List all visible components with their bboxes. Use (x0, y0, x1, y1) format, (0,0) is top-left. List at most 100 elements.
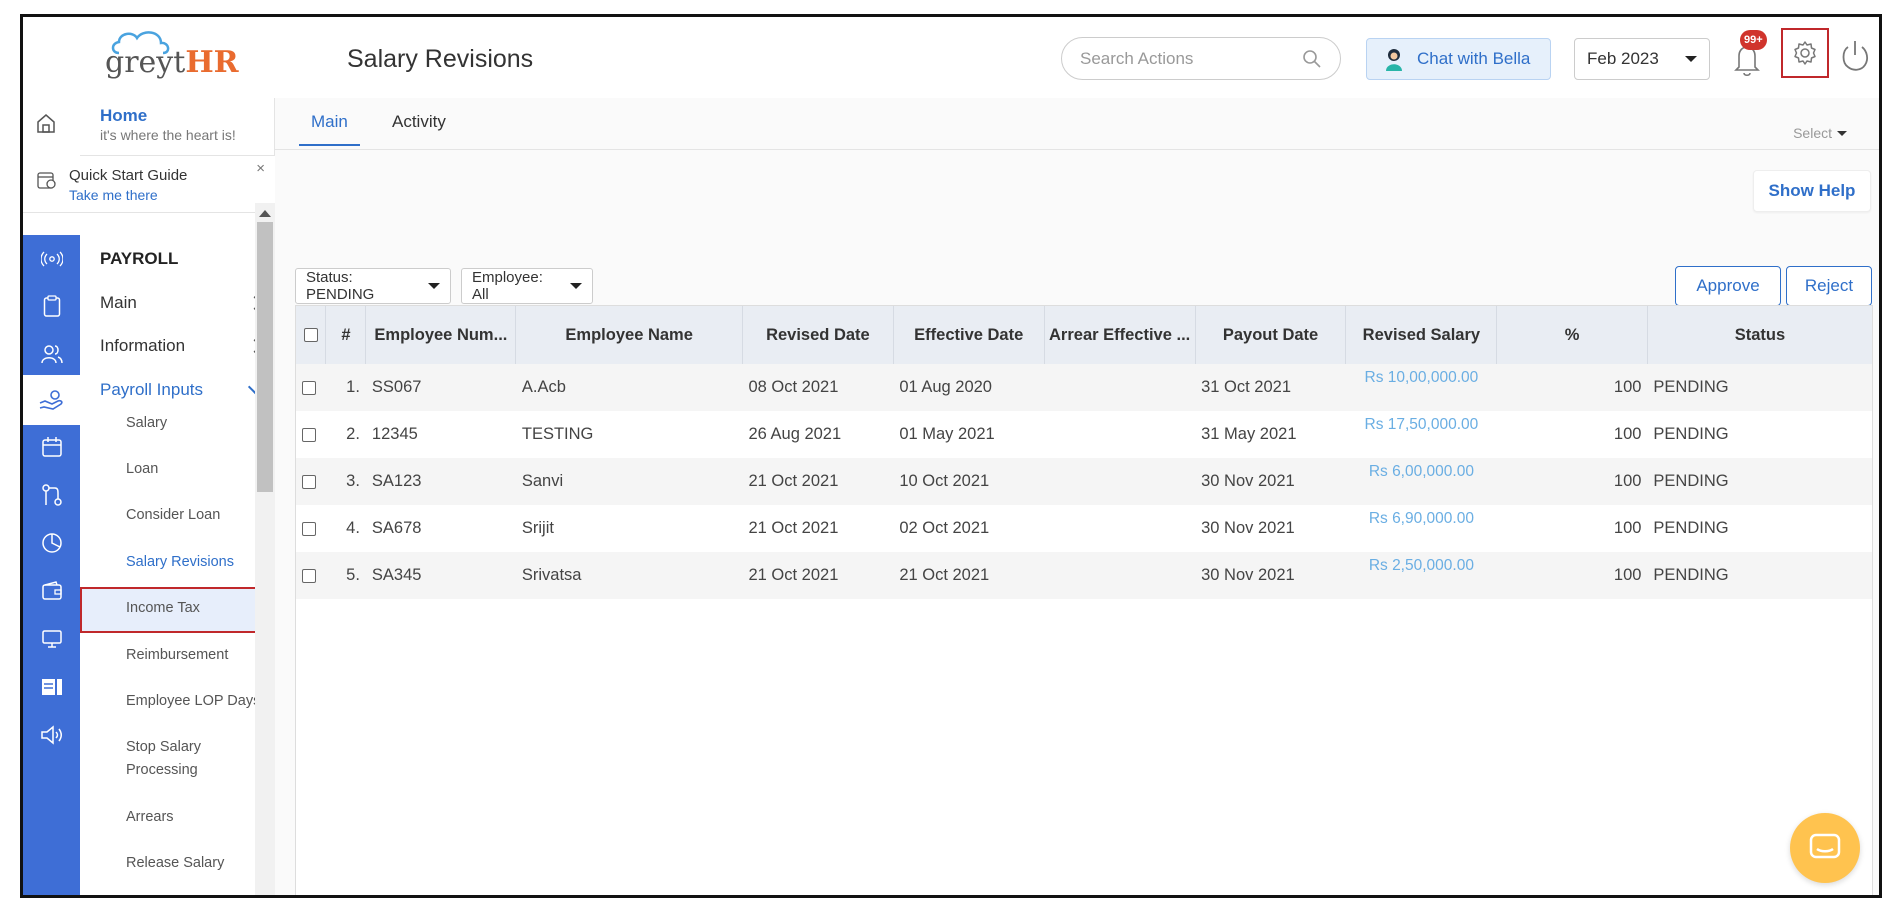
employee-filter[interactable]: Employee: All (461, 268, 593, 304)
effective-date: 21 Oct 2021 (899, 566, 990, 584)
column-header-payout-date[interactable]: Payout Date (1195, 306, 1347, 364)
revised-salary-link[interactable]: Rs 6,00,000.00 (1346, 458, 1497, 505)
column-header-revised-date[interactable]: Revised Date (742, 306, 894, 364)
select-all-checkbox[interactable] (303, 328, 318, 343)
row-select-cell[interactable] (296, 364, 326, 411)
rail-engage-icon[interactable] (23, 235, 80, 283)
rail-calendar-icon[interactable] (23, 423, 80, 471)
effective-date: 01 May 2021 (899, 425, 995, 443)
row-checkbox[interactable] (302, 474, 316, 489)
row-select-cell[interactable] (296, 552, 326, 599)
revised-salary-link[interactable]: Rs 17,50,000.00 (1346, 411, 1497, 458)
column-header-effective-date[interactable]: Effective Date (893, 306, 1045, 364)
rail-payroll-icon[interactable] (23, 375, 80, 425)
logo-main: greyt (105, 45, 186, 80)
column-header-employee-name[interactable]: Employee Name (515, 306, 743, 364)
table-row[interactable]: 2. 12345 TESTING 26 Aug 2021 01 May 2021… (296, 411, 1872, 458)
search-input[interactable] (1080, 48, 1302, 69)
chat-with-bella-button[interactable]: Chat with Bella (1366, 38, 1551, 80)
table-row[interactable]: 1. SS067 A.Acb 08 Oct 2021 01 Aug 2020 3… (296, 364, 1872, 411)
rail-clipboard-icon[interactable] (23, 282, 80, 330)
chat-launcher-button[interactable] (1790, 813, 1860, 883)
search-box[interactable] (1061, 37, 1341, 80)
select-all-cell[interactable] (296, 306, 327, 364)
rail-pie-chart-icon[interactable] (23, 519, 80, 567)
status-filter-label: Status: PENDING (306, 269, 375, 303)
sidebar-subitem-income-tax[interactable]: Income Tax (126, 600, 200, 616)
row-checkbox[interactable] (302, 521, 316, 536)
quick-start-guide[interactable]: Quick Start Guide Take me there × (23, 156, 275, 213)
revised-salary-link[interactable]: Rs 10,00,000.00 (1346, 364, 1497, 411)
sidebar-subitem-release-salary[interactable]: Release Salary (126, 855, 224, 871)
status-filter[interactable]: Status: PENDING (295, 268, 451, 304)
row-select-cell[interactable] (296, 411, 326, 458)
revised-date: 21 Oct 2021 (748, 472, 839, 490)
greythr-logo[interactable]: greytHR (105, 29, 250, 89)
payout-date: 30 Nov 2021 (1201, 472, 1295, 490)
rail-announcement-icon[interactable] (23, 711, 80, 759)
table-row[interactable]: 4. SA678 Srijit 21 Oct 2021 02 Oct 2021 … (296, 505, 1872, 552)
select-dropdown[interactable]: Select (1793, 125, 1847, 141)
column-header-arrear-effective[interactable]: Arrear Effective ... (1044, 306, 1196, 364)
search-icon[interactable] (1302, 49, 1322, 69)
page-title: Salary Revisions (347, 45, 534, 73)
reject-button[interactable]: Reject (1786, 266, 1872, 306)
payout-date: 30 Nov 2021 (1201, 519, 1295, 537)
arrear-effective-date (1044, 552, 1195, 599)
rail-workflow-icon[interactable] (23, 471, 80, 519)
column-header-index[interactable]: # (325, 306, 367, 364)
sidebar-subitem-salary[interactable]: Salary (126, 415, 167, 431)
settings-button[interactable] (1781, 28, 1829, 78)
sidebar-subitem-stop-salary[interactable]: Stop Salary (126, 739, 201, 755)
column-header-employee-number[interactable]: Employee Num... (365, 306, 517, 364)
home-title: Home (100, 106, 148, 125)
approve-button[interactable]: Approve (1675, 266, 1781, 306)
sidebar-subitem-salary-revisions[interactable]: Salary Revisions (126, 554, 234, 570)
quick-start-link[interactable]: Take me there (69, 187, 158, 203)
column-header-percent[interactable]: % (1496, 306, 1648, 364)
row-select-cell[interactable] (296, 458, 326, 505)
sidebar-subitem-arrears[interactable]: Arrears (126, 809, 174, 825)
calendar-clock-icon (37, 172, 56, 189)
rail-documents-icon[interactable] (23, 663, 80, 711)
payout-date: 30 Nov 2021 (1201, 566, 1295, 584)
column-header-revised-salary[interactable]: Revised Salary (1345, 306, 1498, 364)
row-checkbox[interactable] (302, 568, 316, 583)
home-link[interactable]: Home it's where the heart is! (37, 98, 274, 156)
column-header-status[interactable]: Status (1647, 306, 1872, 364)
month-select[interactable]: Feb 2023 (1574, 38, 1710, 80)
revised-salary-link[interactable]: Rs 2,50,000.00 (1346, 552, 1497, 599)
sidebar-subitem-consider-loan[interactable]: Consider Loan (126, 507, 220, 523)
sidebar-item-main[interactable]: Main (100, 293, 263, 313)
close-icon[interactable]: × (256, 160, 265, 177)
table-row[interactable]: 3. SA123 Sanvi 21 Oct 2021 10 Oct 2021 3… (296, 458, 1872, 505)
table-row[interactable]: 5. SA345 Srivatsa 21 Oct 2021 21 Oct 202… (296, 552, 1872, 599)
show-help-button[interactable]: Show Help (1753, 170, 1871, 212)
employee-name: Sanvi (521, 472, 564, 490)
sidebar-subitem-reimbursement[interactable]: Reimbursement (126, 647, 228, 663)
sidebar-subitem-loan[interactable]: Loan (126, 461, 158, 477)
revised-salary-link[interactable]: Rs 6,90,000.00 (1346, 505, 1497, 552)
sidebar-subitem-stop-salary-line2[interactable]: Processing (126, 762, 198, 778)
employee-number: SA678 (371, 519, 422, 537)
caret-down-icon (1837, 130, 1847, 136)
sidebar-subitem-employee-lop-days[interactable]: Employee LOP Days (126, 693, 260, 709)
scroll-up-icon[interactable] (259, 210, 271, 217)
gear-icon (1794, 41, 1816, 65)
tab-main[interactable]: Main (299, 112, 360, 146)
rail-wallet-icon[interactable] (23, 567, 80, 615)
row-checkbox[interactable] (302, 380, 316, 395)
power-icon[interactable] (1839, 37, 1871, 73)
sidebar-scroll-thumb[interactable] (257, 222, 273, 492)
rail-monitor-icon[interactable] (23, 615, 80, 663)
percent: 100 (1613, 519, 1642, 537)
row-select-cell[interactable] (296, 505, 326, 552)
tab-activity[interactable]: Activity (392, 112, 446, 144)
employee-number: SA345 (371, 566, 422, 584)
status-value: PENDING (1653, 519, 1729, 537)
row-checkbox[interactable] (302, 427, 316, 442)
sidebar-item-information[interactable]: Information (100, 336, 263, 356)
sidebar-item-label: Information (100, 336, 186, 355)
rail-people-icon[interactable] (23, 330, 80, 378)
sidebar-item-payroll-inputs[interactable]: Payroll Inputs (100, 379, 263, 400)
